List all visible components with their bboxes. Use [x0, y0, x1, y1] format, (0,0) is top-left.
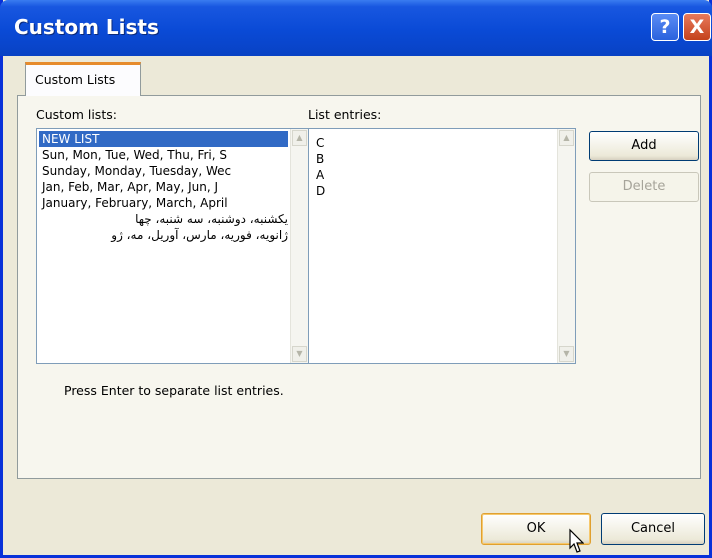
cancel-button[interactable]: Cancel	[601, 513, 705, 545]
list-item[interactable]: NEW LIST	[39, 131, 288, 147]
scroll-up-arrow-icon[interactable]: ▲	[292, 130, 307, 146]
help-button[interactable]: ?	[651, 13, 679, 41]
ok-button-label: OK	[526, 521, 546, 536]
custom-lists-scrollbar[interactable]: ▲ ▼	[290, 129, 308, 363]
list-item[interactable]: Sun, Mon, Tue, Wed, Thu, Fri, S	[39, 147, 288, 163]
tab-custom-lists-label: Custom Lists	[35, 72, 116, 87]
scroll-down-arrow-icon[interactable]: ▼	[559, 346, 574, 362]
add-button[interactable]: Add	[589, 131, 699, 161]
delete-button-label: Delete	[622, 179, 666, 194]
scroll-up-arrow-icon[interactable]: ▲	[559, 130, 574, 146]
list-entry-line: C	[316, 136, 325, 150]
list-item[interactable]: یکشنبه، دوشنبه، سه شنبه، چها	[39, 211, 288, 227]
list-item[interactable]: Jan, Feb, Mar, Apr, May, Jun, J	[39, 179, 288, 195]
scroll-down-arrow-icon[interactable]: ▼	[292, 346, 307, 362]
list-entries-label: List entries:	[308, 107, 382, 122]
list-item[interactable]: ژانویه، فوریه، مارس، آوریل، مه، ژو	[39, 227, 288, 243]
window-title: Custom Lists	[14, 15, 159, 39]
tab-panel: Custom lists: NEW LIST Sun, Mon, Tue, We…	[17, 95, 701, 479]
mouse-pointer-icon	[569, 528, 584, 553]
help-icon: ?	[659, 16, 671, 38]
custom-lists-dialog: Custom Lists ? X Custom Lists Custom lis…	[0, 0, 712, 558]
add-button-label: Add	[631, 138, 657, 153]
list-entries-scrollbar[interactable]: ▲ ▼	[557, 129, 575, 363]
hint-text: Press Enter to separate list entries.	[64, 383, 284, 398]
list-entries-textarea[interactable]: C B A D ▲ ▼	[308, 128, 576, 364]
custom-lists-label: Custom lists:	[36, 107, 117, 122]
tab-custom-lists[interactable]: Custom Lists	[25, 62, 141, 96]
list-entry-line: D	[316, 184, 326, 198]
title-bar[interactable]: Custom Lists ? X	[0, 0, 712, 56]
close-icon: X	[689, 16, 705, 38]
list-entry-line: B	[316, 152, 325, 166]
custom-lists-listbox[interactable]: NEW LIST Sun, Mon, Tue, Wed, Thu, Fri, S…	[36, 128, 309, 364]
close-button[interactable]: X	[683, 13, 711, 41]
list-entry-line: A	[316, 168, 325, 182]
list-item[interactable]: Sunday, Monday, Tuesday, Wec	[39, 163, 288, 179]
delete-button[interactable]: Delete	[589, 172, 699, 202]
cancel-button-label: Cancel	[630, 521, 676, 536]
list-item[interactable]: January, February, March, April	[39, 195, 288, 211]
